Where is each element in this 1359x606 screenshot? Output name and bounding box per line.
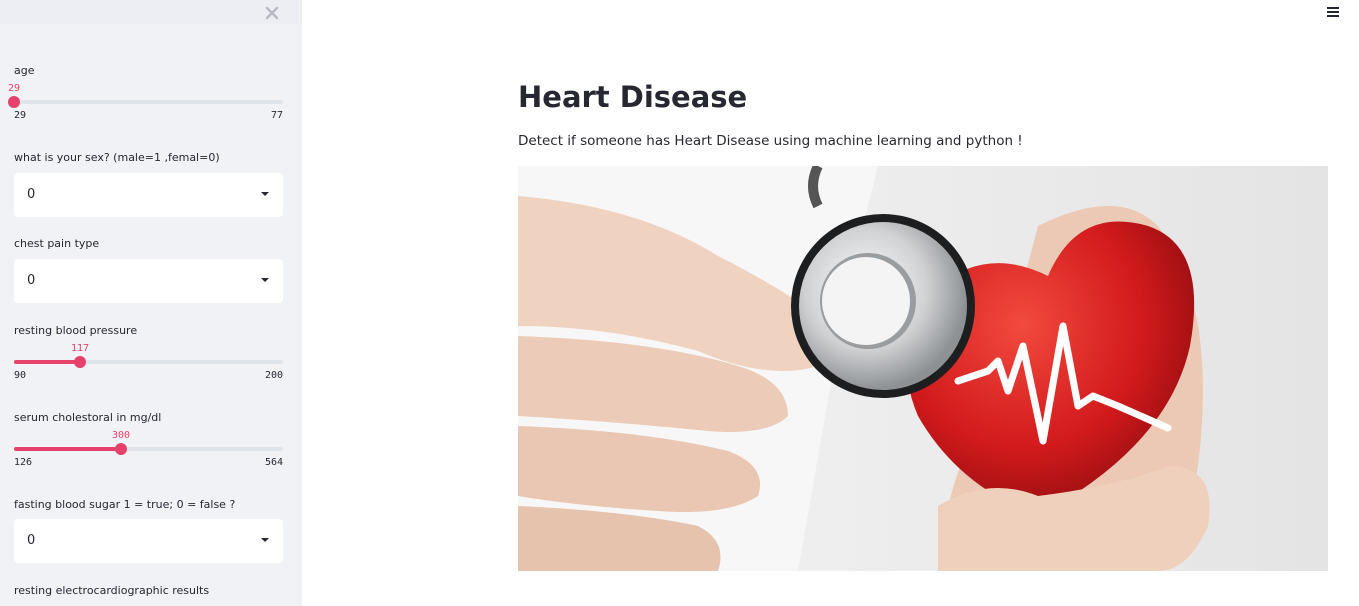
menu-icon-bar bbox=[1327, 11, 1339, 13]
chevron-down-icon bbox=[261, 538, 269, 542]
select-value: 0 bbox=[27, 187, 36, 202]
slider-max: 77 bbox=[270, 110, 283, 121]
chest-pain-label: chest pain type bbox=[14, 237, 100, 250]
slider-value: 300 bbox=[111, 430, 131, 441]
age-label: age bbox=[14, 64, 35, 77]
select-value: 0 bbox=[27, 533, 36, 548]
chest-pain-select[interactable]: 0 bbox=[14, 259, 283, 303]
slider-fill bbox=[14, 360, 80, 364]
hamburger-menu-button[interactable] bbox=[1324, 5, 1342, 21]
slider-max: 564 bbox=[264, 457, 283, 468]
slider-min: 126 bbox=[14, 457, 33, 468]
slider-thumb[interactable] bbox=[74, 356, 86, 368]
close-sidebar-button[interactable] bbox=[262, 3, 282, 23]
page-title: Heart Disease bbox=[518, 80, 748, 114]
chevron-down-icon bbox=[261, 192, 269, 196]
chevron-down-icon bbox=[261, 278, 269, 282]
blood-pressure-slider[interactable]: 117 90 200 bbox=[14, 343, 283, 381]
slider-max: 200 bbox=[264, 370, 283, 381]
slider-min: 29 bbox=[14, 110, 27, 121]
cholesterol-slider[interactable]: 300 126 564 bbox=[14, 430, 283, 468]
slider-fill bbox=[14, 447, 121, 451]
sidebar: age 29 29 77 what is your sex? (male=1 ,… bbox=[0, 0, 302, 606]
slider-min: 90 bbox=[14, 370, 27, 381]
menu-icon-bar bbox=[1327, 15, 1339, 17]
slider-value: 29 bbox=[8, 83, 21, 94]
close-icon bbox=[265, 6, 279, 20]
sex-select[interactable]: 0 bbox=[14, 173, 283, 217]
slider-thumb[interactable] bbox=[8, 96, 20, 108]
sex-label: what is your sex? (male=1 ,femal=0) bbox=[14, 151, 220, 164]
age-slider[interactable]: 29 29 77 bbox=[8, 83, 283, 121]
slider-thumb[interactable] bbox=[115, 443, 127, 455]
hero-image bbox=[518, 166, 1328, 571]
sidebar-header bbox=[0, 0, 302, 24]
blood-pressure-label: resting blood pressure bbox=[14, 324, 138, 337]
fasting-blood-sugar-select[interactable]: 0 bbox=[14, 519, 283, 563]
fasting-blood-sugar-label: fasting blood sugar 1 = true; 0 = false … bbox=[14, 498, 236, 511]
slider-track bbox=[14, 100, 283, 104]
select-value: 0 bbox=[27, 273, 36, 288]
slider-value: 117 bbox=[70, 343, 90, 354]
stethoscope-heart-image bbox=[518, 166, 1328, 571]
resting-ecg-label: resting electrocardiographic results bbox=[14, 584, 210, 597]
page-subtitle: Detect if someone has Heart Disease usin… bbox=[518, 133, 1023, 149]
cholesterol-label: serum cholestoral in mg/dl bbox=[14, 411, 162, 424]
hamburger-menu-icon bbox=[1327, 7, 1339, 9]
